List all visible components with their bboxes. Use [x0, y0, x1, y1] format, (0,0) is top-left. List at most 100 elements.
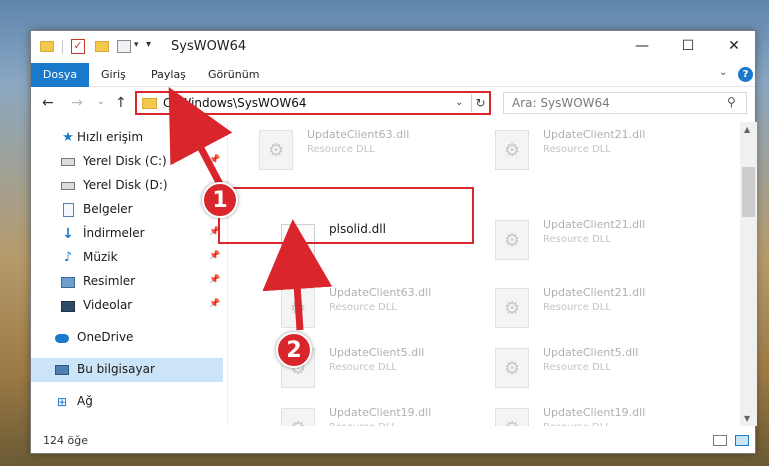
address-dropdown-icon[interactable]: ⌄ [455, 97, 463, 108]
file-type: Resource DLL [329, 362, 397, 373]
file-name: UpdateClient19.dll [329, 406, 432, 419]
back-button[interactable]: ← [42, 95, 54, 111]
sidebar-item-local-disk-c[interactable]: Yerel Disk (C:) 📌 [31, 150, 223, 174]
star-icon: ★ [62, 130, 74, 145]
sidebar-item-onedrive[interactable]: OneDrive [31, 326, 223, 350]
sidebar-item-music[interactable]: ♪ Müzik 📌 [31, 246, 223, 270]
dll-file-icon: ⚙ [495, 348, 529, 388]
gear-icon: ⚙ [504, 230, 521, 251]
recent-locations-button[interactable]: ⌄ [97, 97, 105, 107]
file-tile[interactable]: ⚙ UpdateClient19.dll Resource DLL [485, 402, 705, 426]
help-icon[interactable]: ? [738, 67, 753, 82]
sidebar-item-label: Müzik [83, 250, 118, 264]
search-icon[interactable]: ⚲ [727, 95, 736, 109]
file-name: UpdateClient19.dll [543, 406, 646, 419]
sidebar-item-label: Yerel Disk (D:) [83, 178, 168, 192]
search-input[interactable]: Ara: SysWOW64 ⚲ [503, 92, 747, 114]
sidebar-item-pictures[interactable]: Resimler 📌 [31, 270, 223, 294]
file-list: ⚙ UpdateClient63.dll Resource DLL ⚙ Upda… [241, 122, 741, 426]
file-name: UpdateClient5.dll [543, 346, 639, 359]
file-type: Resource DLL [329, 302, 397, 313]
tiles-view-icon[interactable] [735, 435, 749, 446]
sidebar-item-label: Resimler [83, 274, 136, 288]
tab-view[interactable]: Görünüm [208, 63, 259, 87]
drive-icon [61, 182, 75, 190]
file-name: UpdateClient63.dll [329, 286, 432, 299]
title-bar: ✓ ▾ ▾ SysWOW64 — ☐ ✕ [31, 31, 755, 63]
sidebar-item-label: OneDrive [77, 330, 134, 344]
search-placeholder: Ara: SysWOW64 [512, 96, 610, 110]
pane-divider[interactable] [227, 122, 228, 426]
sidebar-item-label: İndirmeler [83, 226, 145, 240]
file-type: Resource DLL [543, 422, 611, 426]
pin-icon[interactable]: 📌 [209, 275, 220, 285]
minimize-button[interactable]: — [619, 31, 665, 63]
address-row: ← → ⌄ ↑ C:\Windows\SysWOW64 ⌄ ↻ Ara: Sys… [31, 88, 755, 119]
scroll-thumb[interactable] [742, 167, 755, 217]
sidebar-item-local-disk-d[interactable]: Yerel Disk (D:) [31, 174, 223, 198]
file-tile[interactable]: ⚙ UpdateClient21.dll Resource DLL [485, 282, 705, 338]
sidebar-item-videos[interactable]: Videolar 📌 [31, 294, 223, 318]
address-path[interactable]: C:\Windows\SysWOW64 [163, 96, 307, 110]
pin-icon[interactable]: 📌 [209, 251, 220, 261]
file-type: Resource DLL [307, 144, 375, 155]
file-type: Resource DLL [543, 144, 611, 155]
pin-icon[interactable]: 📌 [209, 155, 220, 165]
sidebar-item-documents[interactable]: Belgeler 📌 [31, 198, 223, 222]
sidebar-item-label: Hızlı erişim [77, 130, 144, 144]
file-type: Resource DLL [329, 422, 397, 426]
file-type: Resource DLL [543, 362, 611, 373]
view-properties-icon[interactable] [117, 40, 131, 53]
dll-file-icon: ⚙ [281, 288, 315, 328]
navigation-pane: ★ Hızlı erişim Yerel Disk (C:) 📌 Yerel D… [31, 122, 227, 426]
sidebar-item-label: Yerel Disk (C:) [83, 154, 167, 168]
file-tile[interactable]: ⚙ UpdateClient63.dll Resource DLL [249, 124, 469, 180]
dll-file-icon: ⚙ [495, 288, 529, 328]
tab-home[interactable]: Giriş [101, 63, 126, 87]
file-tile[interactable]: ⚙ UpdateClient63.dll Resource DLL [271, 282, 491, 338]
properties-check-icon[interactable]: ✓ [71, 39, 85, 54]
folder-icon [142, 98, 157, 109]
tab-file[interactable]: Dosya [31, 63, 89, 87]
forward-button[interactable]: → [71, 95, 83, 111]
vertical-scrollbar[interactable]: ▲ ▼ [740, 122, 757, 426]
scroll-up-icon[interactable]: ▲ [744, 125, 750, 134]
close-button[interactable]: ✕ [711, 31, 757, 63]
file-name: UpdateClient21.dll [543, 286, 646, 299]
file-name: UpdateClient5.dll [329, 346, 425, 359]
scroll-down-icon[interactable]: ▼ [744, 414, 750, 423]
file-tile[interactable]: ⚙ UpdateClient5.dll Resource DLL [485, 342, 705, 398]
dll-file-icon: ⚙ [259, 130, 293, 170]
file-name: UpdateClient21.dll [543, 128, 646, 141]
tab-share[interactable]: Paylaş [151, 63, 186, 87]
status-bar: 124 öğe [31, 429, 755, 453]
pin-icon[interactable]: 📌 [209, 299, 220, 309]
refresh-button[interactable]: ↻ [471, 94, 489, 112]
customize-toolbar-icon[interactable]: ▾ [146, 39, 151, 55]
expand-ribbon-icon[interactable]: ⌄ [719, 67, 727, 78]
chevron-down-icon[interactable]: ▾ [134, 40, 139, 56]
file-tile[interactable]: ⚙ UpdateClient21.dll Resource DLL [485, 214, 705, 270]
new-folder-icon[interactable] [95, 41, 109, 52]
details-view-icon[interactable] [713, 435, 727, 446]
up-button[interactable]: ↑ [115, 95, 127, 111]
step-1-badge: 1 [202, 182, 238, 218]
file-tile[interactable]: ⚙ UpdateClient19.dll Resource DLL [271, 402, 491, 426]
sidebar-item-label: Bu bilgisayar [77, 362, 155, 376]
dll-file-icon: ⚙ [495, 130, 529, 170]
document-icon [63, 203, 74, 217]
music-icon: ♪ [63, 250, 73, 265]
sidebar-item-this-pc[interactable]: Bu bilgisayar [31, 358, 223, 382]
gear-icon: ⚙ [290, 298, 307, 319]
item-count: 124 öğe [43, 434, 88, 447]
videos-icon [61, 301, 75, 312]
ribbon-tabs: Dosya Giriş Paylaş Görünüm ⌄ ? [31, 63, 755, 87]
sidebar-item-downloads[interactable]: ↓ İndirmeler 📌 [31, 222, 223, 246]
sidebar-item-network[interactable]: ⊞ Ağ [31, 390, 223, 414]
sidebar-item-quick-access[interactable]: ★ Hızlı erişim [31, 126, 223, 150]
file-tile[interactable]: ⚙ UpdateClient21.dll Resource DLL [485, 124, 705, 180]
address-bar[interactable]: C:\Windows\SysWOW64 ⌄ ↻ [135, 91, 491, 115]
pictures-icon [61, 277, 75, 288]
maximize-button[interactable]: ☐ [665, 31, 711, 63]
dll-file-icon: ⚙ [495, 408, 529, 426]
